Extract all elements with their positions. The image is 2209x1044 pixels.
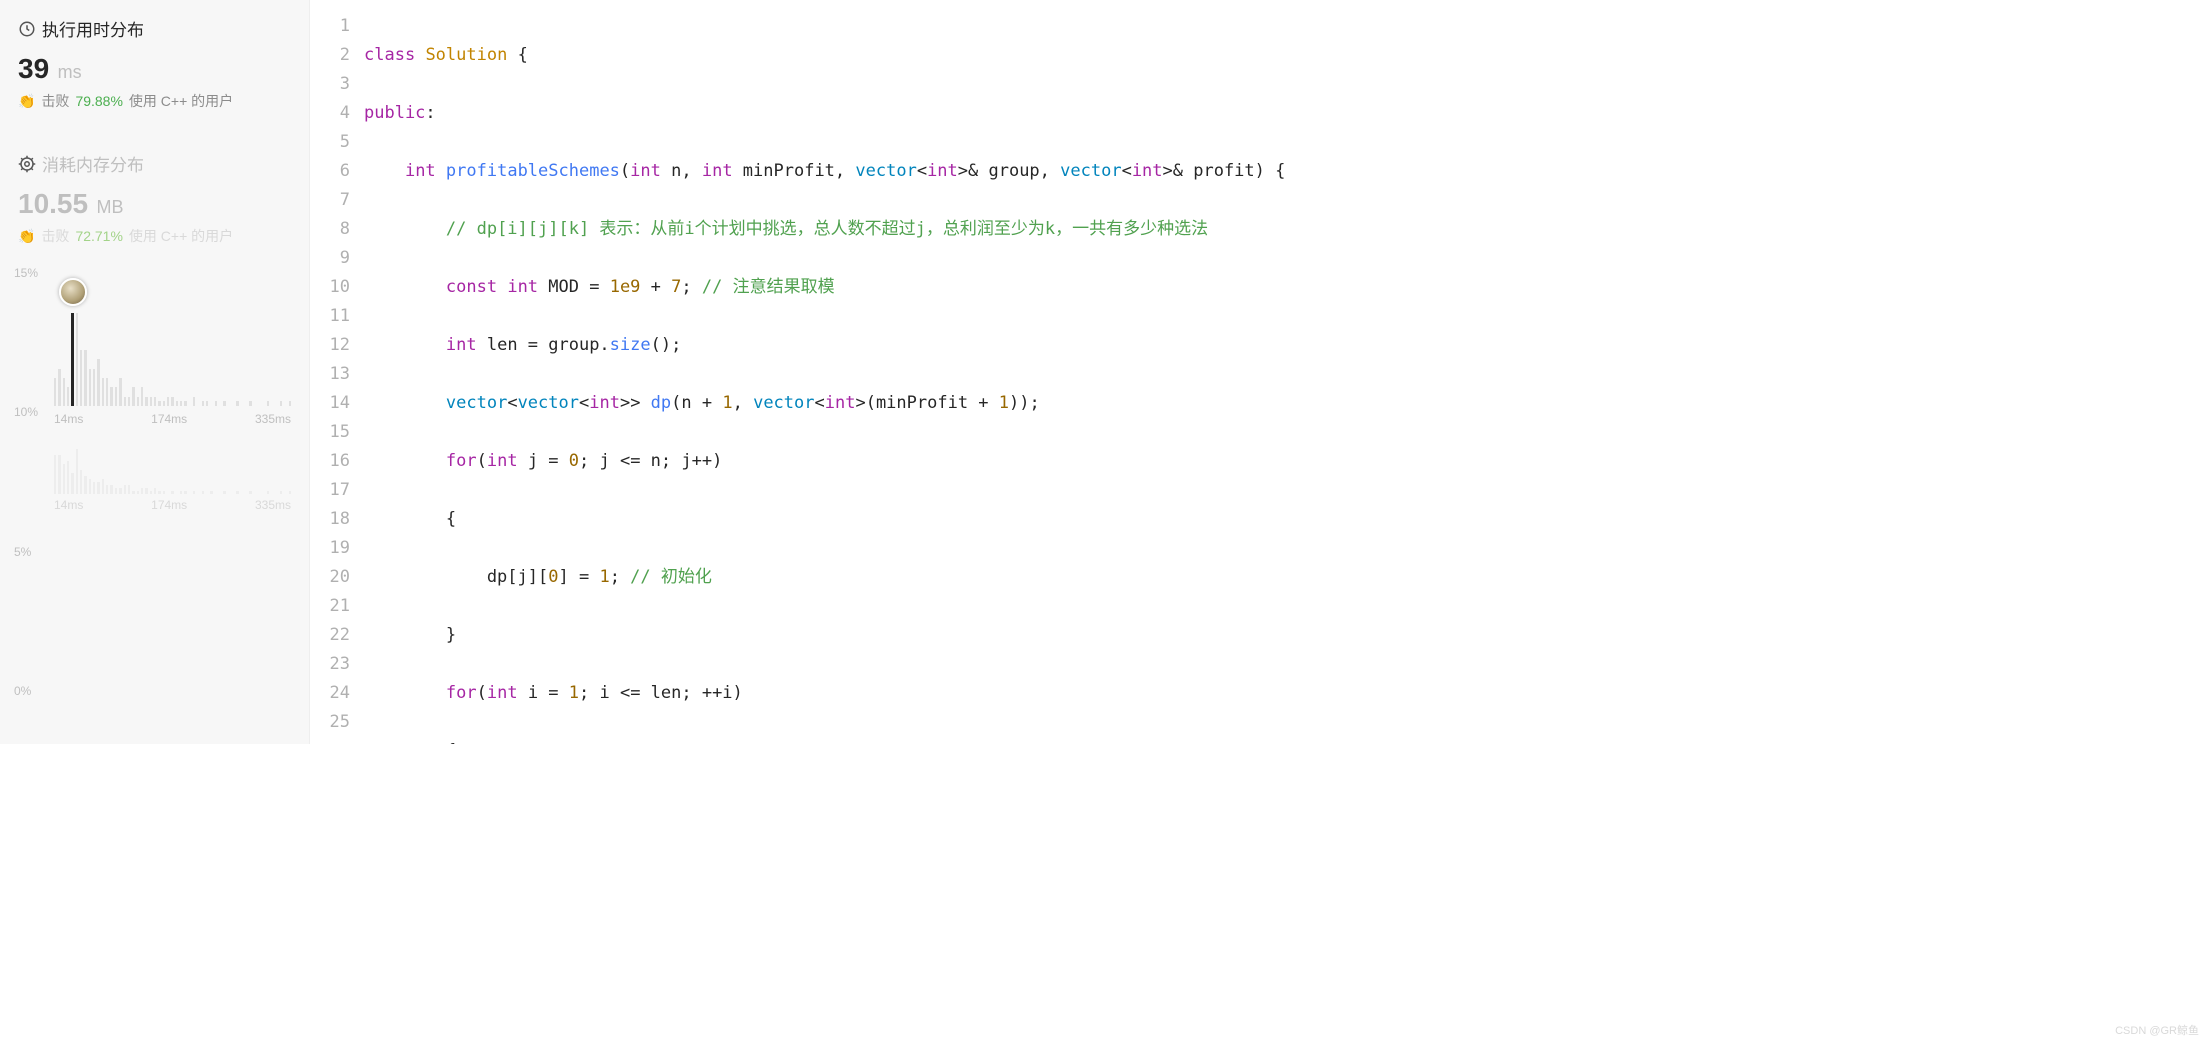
memory-beat-suffix: 使用 C++ 的用户 (129, 226, 233, 246)
xtick: 335ms (255, 412, 291, 426)
ytick: 15% (14, 266, 38, 280)
clap-icon: 👏 (18, 228, 35, 245)
memory-header: 消耗内存分布 (18, 151, 291, 176)
xtick: 174ms (151, 498, 187, 512)
runtime-value: 39 (18, 53, 49, 84)
watermark: CSDN @GR鲸鱼 (2115, 1022, 2199, 1038)
mini-chart[interactable] (54, 444, 291, 494)
runtime-beat-label: 击败 (41, 91, 69, 111)
code-body[interactable]: class Solution { public: int profitableS… (364, 0, 1578, 744)
runtime-header: 执行用时分布 (18, 16, 291, 41)
bars (54, 266, 291, 406)
code-editor[interactable]: 1234567891011121314151617181920212223242… (310, 0, 1578, 744)
memory-header-text: 消耗内存分布 (42, 151, 144, 176)
xtick: 14ms (54, 498, 83, 512)
runtime-chart[interactable]: 15% 10% 5% 0% 14ms 174ms 335ms 14ms 174m… (18, 266, 291, 728)
memory-unit: MB (97, 197, 124, 217)
runtime-beat-suffix: 使用 C++ 的用户 (129, 91, 233, 111)
memory-beat: 👏 击败 72.71% 使用 C++ 的用户 (18, 226, 291, 246)
xtick: 335ms (255, 498, 291, 512)
runtime-value-row: 39 ms (18, 53, 291, 85)
x-axis: 14ms 174ms 335ms (54, 412, 291, 426)
ytick: 0% (14, 684, 38, 698)
clock-icon (18, 20, 36, 38)
line-gutter: 1234567891011121314151617181920212223242… (310, 0, 364, 744)
memory-icon (18, 155, 36, 173)
runtime-header-text: 执行用时分布 (42, 16, 144, 41)
clap-icon: 👏 (18, 93, 35, 110)
memory-beat-percent: 72.71% (75, 228, 122, 244)
y-axis: 15% 10% 5% 0% (14, 266, 38, 698)
memory-value: 10.55 (18, 188, 88, 219)
xtick: 14ms (54, 412, 83, 426)
memory-value-row: 10.55 MB (18, 188, 291, 220)
xtick: 174ms (151, 412, 187, 426)
ytick: 10% (14, 405, 38, 419)
mini-x-axis: 14ms 174ms 335ms (54, 498, 291, 512)
runtime-unit: ms (58, 62, 82, 82)
ytick: 5% (14, 545, 38, 559)
runtime-beat: 👏 击败 79.88% 使用 C++ 的用户 (18, 91, 291, 111)
stats-panel: 执行用时分布 39 ms 👏 击败 79.88% 使用 C++ 的用户 消耗内存… (0, 0, 310, 744)
memory-beat-label: 击败 (41, 226, 69, 246)
runtime-beat-percent: 79.88% (75, 93, 122, 109)
